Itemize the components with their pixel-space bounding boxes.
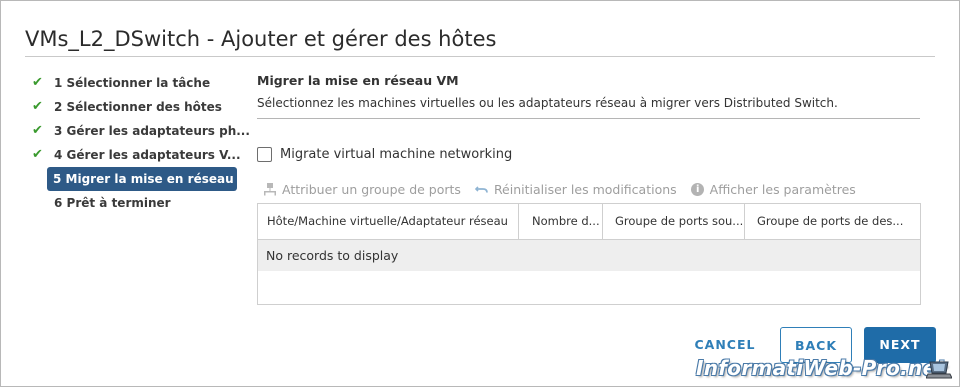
checkmark-icon: ✔ <box>32 147 43 162</box>
section-description: Sélectionnez les machines virtuelles ou … <box>257 96 838 110</box>
grid-header: Hôte/Machine virtuelle/Adaptateur réseau… <box>258 204 920 240</box>
assign-port-group-icon <box>263 182 277 196</box>
info-icon: i <box>691 182 705 196</box>
column-header-source-port-group[interactable]: Groupe de ports sou... <box>603 204 745 239</box>
migrate-networking-checkbox[interactable] <box>257 146 272 162</box>
grid-toolbar: Attribuer un groupe de ports Réinitialis… <box>263 181 870 197</box>
step-migrate-vm-networking[interactable]: 5 Migrer la mise en réseau ... <box>47 167 251 191</box>
show-settings-label: Afficher les paramètres <box>709 181 856 197</box>
step-label: 5 Migrer la mise en réseau ... <box>53 172 252 186</box>
step-label: 2 Sélectionner des hôtes <box>54 100 222 114</box>
checkmark-icon: ✔ <box>32 123 43 138</box>
vm-network-grid: Hôte/Machine virtuelle/Adaptateur réseau… <box>257 203 921 305</box>
step-ready-to-complete[interactable]: 6 Prêt à terminer <box>29 191 239 215</box>
dialog-title: VMs_L2_DSwitch - Ajouter et gérer des hô… <box>25 27 497 51</box>
wizard-dialog: VMs_L2_DSwitch - Ajouter et gérer des hô… <box>0 0 960 387</box>
section-divider <box>257 118 920 119</box>
step-manage-physical-adapters[interactable]: ✔ 3 Gérer les adaptateurs ph... <box>29 119 250 143</box>
step-manage-vmkernel-adapters[interactable]: ✔ 4 Gérer les adaptateurs V... <box>29 143 241 167</box>
undo-icon <box>474 182 489 196</box>
step-label: 1 Sélectionner la tâche <box>54 76 211 90</box>
column-header-count[interactable]: Nombre d... <box>519 204 603 239</box>
step-label: 6 Prêt à terminer <box>54 196 171 210</box>
migrate-networking-label[interactable]: Migrate virtual machine networking <box>280 147 512 162</box>
assign-port-group-button[interactable]: Attribuer un groupe de ports <box>263 182 461 197</box>
column-header-host-vm-adapter[interactable]: Hôte/Machine virtuelle/Adaptateur réseau <box>258 204 519 239</box>
column-header-destination-port-group[interactable]: Groupe de ports de des... <box>745 204 920 239</box>
step-select-task[interactable]: ✔ 1 Sélectionner la tâche <box>29 71 239 95</box>
reset-changes-button[interactable]: Réinitialiser les modifications <box>474 181 677 197</box>
checkmark-icon: ✔ <box>32 75 43 90</box>
empty-grid-message: No records to display <box>258 240 920 271</box>
step-label: 4 Gérer les adaptateurs V... <box>54 148 241 162</box>
migrate-networking-option[interactable]: Migrate virtual machine networking <box>257 146 512 162</box>
laptop-icon <box>926 361 952 379</box>
watermark-text: InformatiWeb-Pro.net <box>696 356 947 380</box>
checkmark-icon: ✔ <box>32 99 43 114</box>
show-settings-button[interactable]: i Afficher les paramètres <box>691 182 856 197</box>
step-select-hosts[interactable]: ✔ 2 Sélectionner des hôtes <box>29 95 239 119</box>
reset-changes-label: Réinitialiser les modifications <box>493 181 677 197</box>
wizard-steps: ✔ 1 Sélectionner la tâche ✔ 2 Sélectionn… <box>29 71 251 215</box>
step-label: 3 Gérer les adaptateurs ph... <box>54 124 250 138</box>
title-divider <box>25 56 935 57</box>
section-title: Migrer la mise en réseau VM <box>257 73 459 88</box>
assign-port-group-label: Attribuer un groupe de ports <box>282 181 461 197</box>
